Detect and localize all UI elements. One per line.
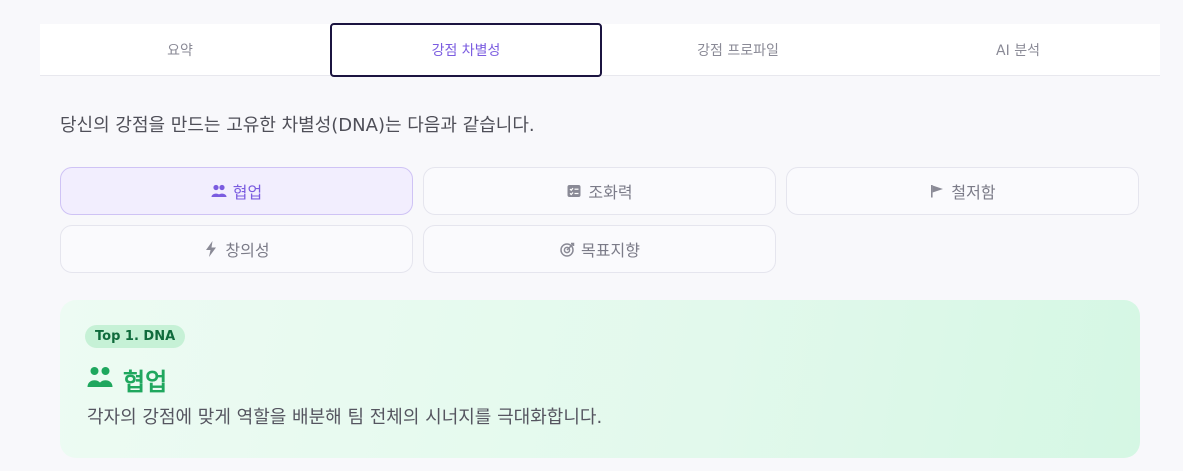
lightning-icon (203, 241, 219, 257)
tab-bar: 요약 강점 차별성 강점 프로파일 AI 분석 (40, 23, 1160, 77)
chip-thoroughness[interactable]: 철저함 (786, 167, 1139, 215)
chip-creativity[interactable]: 창의성 (60, 225, 413, 273)
tab-ai-analysis[interactable]: AI 분석 (878, 24, 1158, 76)
chip-goal-oriented[interactable]: 목표지향 (423, 225, 776, 273)
rank-badge: Top 1. DNA (85, 325, 186, 348)
chip-label: 목표지향 (581, 241, 640, 260)
flag-icon (929, 183, 945, 199)
chip-label: 철저함 (951, 183, 996, 202)
card-title: 협업 (87, 362, 167, 397)
card-title-text: 협업 (123, 368, 168, 396)
dna-detail-card: Top 1. DNA 협업 각자의 강점에 맞게 역할을 배분해 팀 전체의 시… (60, 300, 1140, 458)
tab-summary[interactable]: 요약 (40, 24, 320, 76)
chip-harmony[interactable]: 조화력 (423, 167, 776, 215)
chip-label: 창의성 (225, 241, 270, 260)
dna-chip-grid: 협업 조화력 철저함 창의성 목표지향 (60, 167, 1140, 273)
tab-strength-differentiation[interactable]: 강점 차별성 (330, 23, 602, 77)
chip-collaboration[interactable]: 협업 (60, 167, 413, 215)
chip-label: 협업 (232, 183, 263, 202)
target-icon (559, 241, 575, 257)
checklist-icon (566, 183, 582, 199)
card-description: 각자의 강점에 맞게 역할을 배분해 팀 전체의 시너지를 극대화합니다. (87, 407, 603, 428)
intro-text: 당신의 강점을 만드는 고유한 차별성(DNA)는 다음과 같습니다. (60, 115, 535, 136)
chip-label: 조화력 (588, 183, 633, 202)
tab-strength-profile[interactable]: 강점 프로파일 (598, 24, 878, 76)
people-icon (87, 365, 113, 395)
people-icon (211, 183, 227, 199)
